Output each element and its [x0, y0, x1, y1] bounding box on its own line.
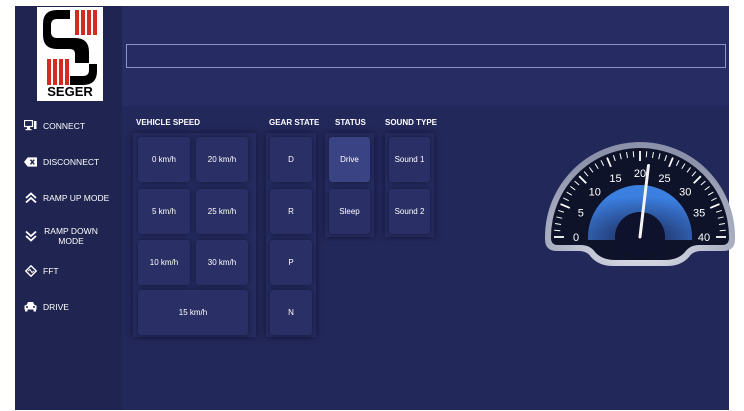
gauge-label: 10 — [589, 187, 601, 199]
gauge-label: 30 — [679, 187, 691, 199]
gear-n-button[interactable]: N — [270, 290, 312, 335]
speed-30-button[interactable]: 30 km/h — [196, 240, 248, 285]
gauge-label: 15 — [609, 173, 621, 185]
status-sleep-button[interactable]: Sleep — [329, 189, 370, 234]
speed-15-button[interactable]: 15 km/h — [138, 290, 248, 335]
logo-text: SEGER — [47, 84, 93, 99]
sidebar-item-ramp-down-mode[interactable]: RAMP DOWN MODE — [24, 226, 99, 246]
disconnect-x-icon — [24, 155, 37, 168]
speedometer-dial: 0 5 10 15 20 25 3035 40 — [545, 142, 735, 266]
sound-type-heading: SOUND TYPE — [385, 118, 438, 127]
gauge-label: 40 — [698, 232, 710, 244]
sidebar-item-drive[interactable]: DRIVE — [24, 300, 69, 313]
seger-logo-mark — [43, 10, 97, 85]
speed-10-button[interactable]: 10 km/h — [138, 240, 190, 285]
sidebar-item-label: DISCONNECT — [43, 156, 100, 167]
sound-2-button[interactable]: Sound 2 — [389, 189, 430, 234]
status-text-field[interactable] — [126, 44, 726, 68]
fft-diamond-icon — [24, 264, 37, 277]
sidebar-item-label: FFT — [43, 265, 59, 276]
sidebar-item-label: CONNECT — [43, 120, 86, 131]
gear-d-button[interactable]: D — [270, 137, 312, 182]
vehicle-speed-heading: VEHICLE SPEED — [136, 118, 201, 127]
monitor-plug-icon — [24, 119, 37, 132]
speed-20-button[interactable]: 20 km/h — [196, 137, 248, 182]
gauge-label: 35 — [693, 208, 705, 220]
double-chevron-down-icon — [24, 230, 37, 243]
status-heading: STATUS — [335, 118, 366, 127]
gear-state-heading: GEAR STATE — [269, 118, 320, 127]
sidebar-item-fft[interactable]: FFT — [24, 264, 59, 277]
speed-0-button[interactable]: 0 km/h — [138, 137, 190, 182]
sidebar: SEGER CONNECT DISCONNECT RAMP UP MODE RA — [15, 6, 122, 410]
app-window: SEGER CONNECT DISCONNECT RAMP UP MODE RA — [15, 6, 735, 410]
seger-logo: SEGER — [37, 7, 103, 101]
status-drive-button[interactable]: Drive — [329, 137, 370, 182]
sidebar-item-ramp-up-mode[interactable]: RAMP UP MODE — [24, 191, 109, 204]
speed-25-button[interactable]: 25 km/h — [196, 189, 248, 234]
speed-gauge: 0 5 10 15 20 25 30 35 40 — [543, 127, 738, 266]
sidebar-item-label: DRIVE — [43, 301, 69, 312]
gauge-label: 25 — [658, 173, 670, 185]
gear-p-button[interactable]: P — [270, 240, 312, 285]
car-icon — [24, 300, 37, 313]
gauge-label: 0 — [573, 232, 579, 244]
sidebar-item-label: RAMP DOWN MODE — [44, 226, 98, 246]
gauge-label: 20 — [634, 168, 646, 180]
gauge-label: 5 — [578, 208, 584, 220]
double-chevron-up-icon — [24, 191, 37, 204]
speed-5-button[interactable]: 5 km/h — [138, 189, 190, 234]
gear-r-button[interactable]: R — [270, 189, 312, 234]
sidebar-item-disconnect[interactable]: DISCONNECT — [24, 155, 99, 168]
sound-1-button[interactable]: Sound 1 — [389, 137, 430, 182]
sidebar-item-connect[interactable]: CONNECT — [24, 119, 85, 132]
sidebar-item-label: RAMP UP MODE — [43, 192, 110, 203]
